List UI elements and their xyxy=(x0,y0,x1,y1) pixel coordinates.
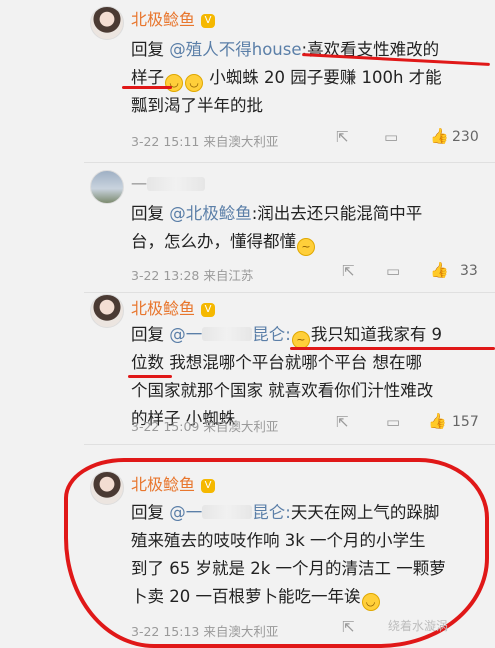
vip-badge-icon: V xyxy=(201,479,216,493)
avatar[interactable] xyxy=(90,471,124,505)
comment-icon[interactable]: ▭ xyxy=(384,129,398,145)
share-icon[interactable]: ⇱ xyxy=(336,129,349,145)
like-count: 157 xyxy=(452,414,479,430)
share-icon[interactable]: ⇱ xyxy=(342,619,355,635)
username[interactable]: 北极鲶鱼 V xyxy=(131,471,216,495)
comment-icon[interactable]: ▭ xyxy=(386,414,400,430)
thumbs-up-icon[interactable]: 👍 xyxy=(430,262,449,278)
grin-emoji-icon: ◡ xyxy=(185,74,203,92)
vip-badge-icon: V xyxy=(201,303,216,317)
username[interactable]: 北极鲶鱼 V xyxy=(131,6,216,30)
comment-2: 一 回复 @北极鲶鱼:润出去还只能混简中平 台，怎么办，懂得都懂 ~ 3-22 1… xyxy=(0,163,495,291)
comment-icon[interactable]: ▭ xyxy=(386,263,400,279)
grin-emoji-icon: ◡ xyxy=(165,74,183,92)
comment-4: 北极鲶鱼 V 回复 @一 昆仑:天天在网上气的跺脚 殖来殖去的吱吱作响 3k 一个月… xyxy=(0,445,495,640)
mention-link[interactable]: @北极鲶鱼 xyxy=(169,204,252,223)
comment-text: 回复 @一 昆仑:天天在网上气的跺脚 殖来殖去的吱吱作响 3k 一个月的小学生 到… xyxy=(131,499,481,611)
blurred-name xyxy=(202,327,253,341)
thumbs-up-icon[interactable]: 👍 xyxy=(430,128,449,144)
vip-badge-icon: V xyxy=(201,14,216,28)
blurred-name xyxy=(202,505,253,519)
annotation-underline xyxy=(122,86,172,89)
like-count: 230 xyxy=(452,129,479,145)
avatar[interactable] xyxy=(90,6,124,40)
like-count: 33 xyxy=(460,263,478,279)
share-icon[interactable]: ⇱ xyxy=(336,414,349,430)
wink-emoji-icon: ~ xyxy=(297,238,315,256)
mention-link[interactable]: @一 昆仑: xyxy=(169,325,291,344)
comment-meta: 3-22 13:28 来自江苏 xyxy=(131,268,254,283)
annotation-underline xyxy=(290,347,495,350)
username[interactable]: 一 xyxy=(131,171,206,195)
username[interactable]: 北极鲶鱼 V xyxy=(131,295,216,319)
comment-meta: 3-22 15:11 来自澳大利亚 xyxy=(131,134,279,149)
comment-meta: 3-22 15:09 来自澳大利亚 xyxy=(131,419,279,434)
thumbs-up-icon[interactable]: 👍 xyxy=(428,413,447,429)
mention-link[interactable]: @一 昆仑: xyxy=(169,503,291,522)
comment-3: 北极鲶鱼 V 回复 @一 昆仑: ~ 我只知道我家有 9 位数 我想混哪个平台就哪个平台… xyxy=(0,293,495,443)
share-icon[interactable]: ⇱ xyxy=(342,263,355,279)
avatar[interactable] xyxy=(90,294,124,328)
annotation-underline xyxy=(128,375,172,378)
avatar[interactable] xyxy=(90,170,124,204)
blurred-name xyxy=(147,177,206,191)
mention-link[interactable]: @殖人不得house xyxy=(169,40,301,59)
grin-emoji-icon: ◡ xyxy=(361,593,380,611)
comment-text: 回复 @北极鲶鱼:润出去还只能混简中平 台，怎么办，懂得都懂 ~ xyxy=(131,200,481,256)
comment-text: 回复 @殖人不得house:喜欢看支性难改的 样子 ◡ ◡ 小蜘蛛 20 园子要赚 … xyxy=(131,40,442,115)
comment-meta: 3-22 15:13 来自澳大利亚 xyxy=(131,624,279,639)
watermark: 绕着水漩涡 xyxy=(388,619,449,633)
comment-1: 北极鲶鱼 V 回复 @殖人不得house:喜欢看支性难改的 样子 ◡ ◡ 小蜘蛛 20… xyxy=(0,0,495,160)
